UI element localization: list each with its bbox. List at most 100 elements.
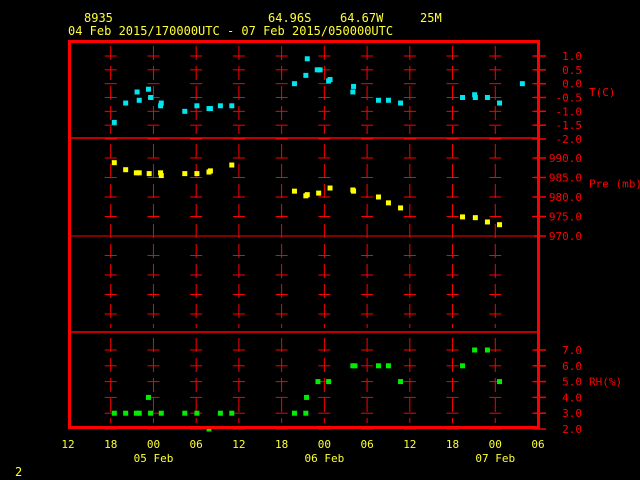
y-tick-label: 3.0 <box>562 407 582 420</box>
pressure-point <box>497 222 503 228</box>
y-tick-label: -0.5 <box>556 92 583 105</box>
pressure-point <box>484 219 490 225</box>
x-tick-label: 18 <box>446 438 459 451</box>
y-tick-label: 0.0 <box>562 78 582 91</box>
humidity-point <box>398 379 404 385</box>
temperature-point <box>484 95 490 100</box>
y-axis-label: Pre (mb) <box>589 177 640 190</box>
temperature-point <box>303 72 309 78</box>
y-tick-label: 6.0 <box>562 360 582 373</box>
pressure-point <box>398 205 404 211</box>
humidity-point <box>315 379 321 385</box>
pressure-point <box>111 160 117 166</box>
humidity-point <box>123 410 129 416</box>
y-tick-label: 970.0 <box>549 230 582 243</box>
temperature-point <box>350 89 356 95</box>
pressure-point <box>207 168 213 174</box>
temperature-point <box>158 100 164 106</box>
pressure-point <box>351 188 357 194</box>
temperature-point <box>123 100 129 106</box>
y-tick-label: 7.0 <box>562 344 582 357</box>
y-tick-label: 990.0 <box>549 152 582 165</box>
temperature-point <box>182 108 188 114</box>
temperature-point <box>148 95 154 100</box>
pressure-point <box>385 200 391 206</box>
date-label: 05 Feb <box>134 452 174 465</box>
humidity-point <box>484 347 490 353</box>
temperature-point <box>385 97 391 103</box>
humidity-point <box>158 410 164 416</box>
pressure-point <box>136 170 142 176</box>
temperature-point <box>497 100 503 106</box>
y-tick-label: 980.0 <box>549 191 582 204</box>
pressure-point <box>123 167 129 173</box>
temperature-point <box>327 77 333 83</box>
humidity-point <box>385 363 391 369</box>
temperature-point <box>317 67 323 73</box>
humidity-point <box>111 410 117 416</box>
y-tick-label: 975.0 <box>549 211 582 224</box>
pressure-point <box>327 185 333 191</box>
y-tick-label: 2.0 <box>562 423 582 436</box>
temperature-point <box>375 97 381 103</box>
temperature-point <box>472 95 478 100</box>
temperature-point <box>145 86 151 92</box>
temperature-point <box>229 103 235 109</box>
temperature-point <box>398 100 404 106</box>
pressure-point <box>182 171 188 177</box>
date-label: 06 Feb <box>304 452 344 465</box>
humidity-point <box>136 410 142 416</box>
pressure-point <box>304 192 310 198</box>
humidity-point <box>352 363 358 369</box>
temperature-point <box>519 81 525 87</box>
pressure-point <box>229 162 235 168</box>
meteogram: 1.00.50.0-0.5-1.0-1.5-2.0 T(C) 990.0 985.0 9… <box>61 40 640 465</box>
y-tick-label: 5.0 <box>562 376 582 389</box>
y-tick-label: -1.5 <box>556 119 583 132</box>
x-tick-label: 18 <box>104 438 117 451</box>
humidity-point <box>375 363 381 369</box>
pressure-point <box>146 171 152 177</box>
humidity-point <box>303 410 309 416</box>
x-tick-label: 00 <box>318 438 331 451</box>
pressure-point <box>460 214 466 220</box>
y-tick-label: 4.0 <box>562 391 582 404</box>
humidity-point <box>182 410 188 416</box>
x-tick-label: 12 <box>61 438 74 451</box>
y-axis-label: T(C) <box>589 86 616 99</box>
pressure-point <box>291 188 297 194</box>
pressure-point <box>375 194 381 200</box>
pressure-point <box>472 215 478 221</box>
temperature-point <box>134 89 140 95</box>
y-tick-label: 985.0 <box>549 172 582 185</box>
temperature-point <box>136 97 142 103</box>
humidity-point <box>472 347 478 353</box>
x-tick-label: 18 <box>275 438 288 451</box>
humidity-point <box>326 379 332 385</box>
temperature-point <box>304 56 310 62</box>
humidity-point <box>304 394 310 400</box>
temperature-point <box>217 103 223 109</box>
humidity-point <box>148 410 154 416</box>
temperature-point <box>111 119 117 125</box>
x-tick-label: 12 <box>232 438 245 451</box>
temperature-point <box>351 83 357 89</box>
humidity-point <box>229 410 235 416</box>
pressure-point <box>158 173 164 179</box>
x-tick-label: 06 <box>531 438 544 451</box>
temperature-point <box>460 95 466 100</box>
date-label: 07 Feb <box>475 452 515 465</box>
y-tick-label: -1.0 <box>556 105 583 118</box>
humidity-point <box>217 410 223 416</box>
humidity-point <box>194 410 200 416</box>
x-tick-label: 00 <box>147 438 160 451</box>
x-tick-label: 12 <box>403 438 416 451</box>
y-tick-label: 0.5 <box>562 64 582 77</box>
y-axis-label: RH(%) <box>589 376 622 389</box>
temperature-point <box>291 81 297 87</box>
humidity-point <box>291 410 297 416</box>
pressure-point <box>194 171 200 177</box>
humidity-point <box>145 394 151 400</box>
x-tick-label: 06 <box>190 438 203 451</box>
x-tick-label: 06 <box>360 438 373 451</box>
